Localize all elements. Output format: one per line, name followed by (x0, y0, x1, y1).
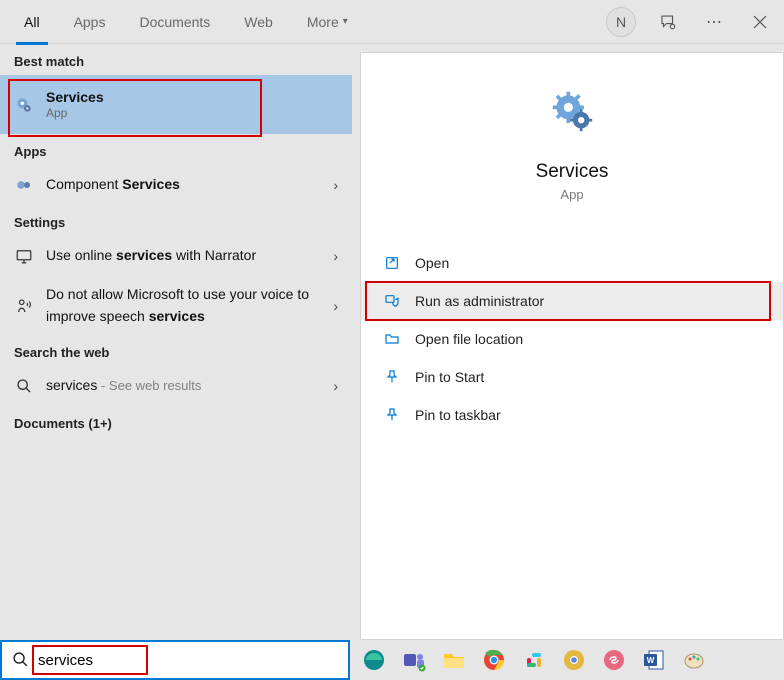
search-box[interactable] (0, 640, 350, 680)
gear-icon (14, 175, 34, 195)
action-pin-to-taskbar[interactable]: Pin to taskbar (361, 396, 783, 434)
user-avatar[interactable]: N (606, 7, 636, 37)
result-speech-services[interactable]: Do not allow Microsoft to use your voice… (0, 276, 352, 335)
action-label: Open (415, 255, 449, 271)
action-open-file-location[interactable]: Open file location (361, 320, 783, 358)
section-apps: Apps (0, 134, 352, 165)
action-run-as-administrator[interactable]: Run as administrator (361, 282, 783, 320)
taskbar-word-icon[interactable]: W (640, 646, 668, 674)
section-search-web: Search the web (0, 335, 352, 366)
action-label: Pin to Start (415, 369, 484, 385)
taskbar-skype-icon[interactable] (600, 646, 628, 674)
details-sub: App (361, 187, 783, 202)
search-results-panel: Best match Services App Apps Component S… (0, 44, 352, 640)
tab-all[interactable]: All (10, 0, 54, 44)
taskbar-slack-icon[interactable] (520, 646, 548, 674)
taskbar-chrome-canary-icon[interactable] (560, 646, 588, 674)
tab-web[interactable]: Web (230, 0, 287, 44)
result-services-app[interactable]: Services App (0, 75, 352, 134)
section-settings: Settings (0, 205, 352, 236)
taskbar-chrome-icon[interactable] (480, 646, 508, 674)
section-best-match: Best match (0, 44, 352, 75)
result-title: Services (46, 89, 338, 105)
taskbar-teams-icon[interactable] (400, 646, 428, 674)
taskbar-paint-icon[interactable] (680, 646, 708, 674)
details-title: Services (361, 161, 783, 183)
folder-icon (383, 330, 401, 348)
search-input[interactable] (38, 652, 338, 669)
open-icon (383, 254, 401, 272)
result-component-services[interactable]: Component Services › (0, 165, 352, 205)
chevron-right-icon: › (333, 248, 338, 264)
action-open[interactable]: Open (361, 244, 783, 282)
search-icon (14, 376, 34, 396)
taskbar-explorer-icon[interactable] (440, 646, 468, 674)
taskbar: W (0, 640, 784, 680)
tabs-bar: All Apps Documents Web More▾ N ⋯ (0, 0, 784, 44)
services-icon (550, 89, 594, 133)
close-icon[interactable] (746, 8, 774, 36)
microphone-icon (14, 296, 34, 316)
chevron-down-icon: ▾ (343, 16, 348, 27)
action-label: Run as administrator (415, 293, 544, 309)
svg-text:W: W (647, 656, 655, 665)
result-sub: App (46, 106, 338, 120)
more-icon[interactable]: ⋯ (700, 8, 728, 36)
shield-icon (383, 292, 401, 310)
chevron-right-icon: › (333, 378, 338, 394)
search-icon (12, 651, 30, 669)
section-documents: Documents (1+) (0, 406, 352, 437)
action-label: Open file location (415, 331, 523, 347)
chevron-right-icon: › (333, 177, 338, 193)
monitor-icon (14, 246, 34, 266)
details-panel: Services App Open Run as administrator (360, 52, 784, 640)
pin-icon (383, 406, 401, 424)
pin-icon (383, 368, 401, 386)
feedback-icon[interactable] (654, 8, 682, 36)
action-label: Pin to taskbar (415, 407, 501, 423)
gear-icon (14, 95, 34, 115)
taskbar-edge-icon[interactable] (360, 646, 388, 674)
tab-more[interactable]: More▾ (293, 0, 362, 44)
tab-apps[interactable]: Apps (60, 0, 120, 44)
tab-documents[interactable]: Documents (125, 0, 224, 44)
chevron-right-icon: › (333, 298, 338, 314)
action-pin-to-start[interactable]: Pin to Start (361, 358, 783, 396)
result-narrator-services[interactable]: Use online services with Narrator › (0, 236, 352, 276)
result-web-services[interactable]: services - See web results › (0, 366, 352, 406)
